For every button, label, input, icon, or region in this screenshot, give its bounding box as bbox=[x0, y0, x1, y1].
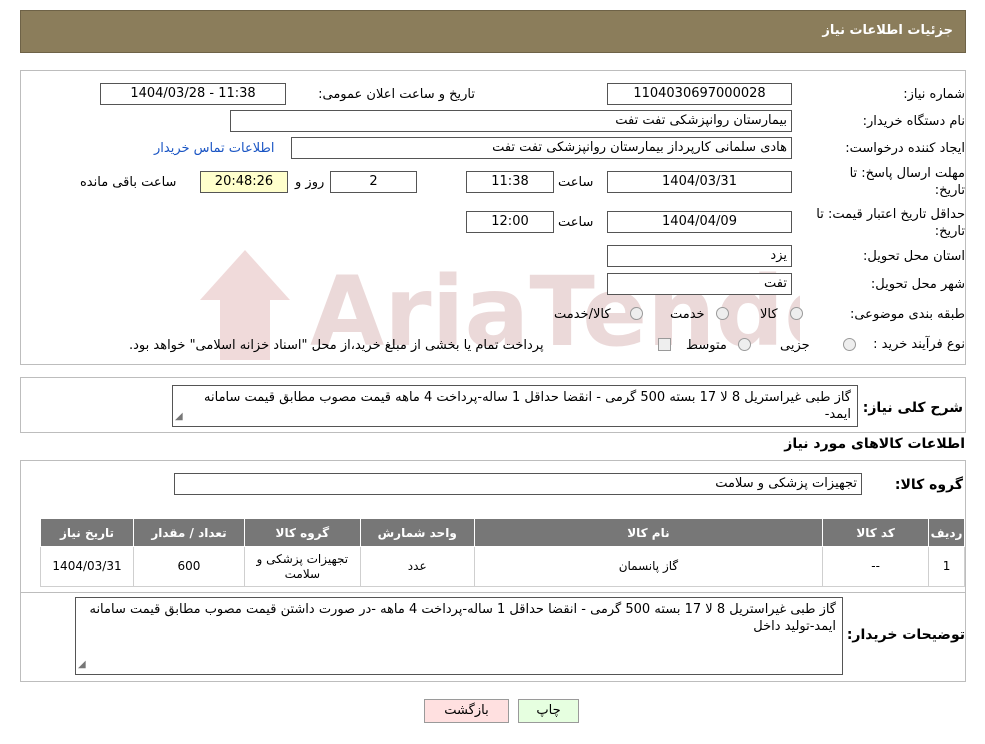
process-radio-minor[interactable] bbox=[843, 338, 856, 351]
deadline-date-field: 1404/03/31 bbox=[607, 171, 792, 193]
cell-group: تجهیزات پزشکی و سلامت bbox=[243, 546, 361, 587]
category-option-goods: کالا bbox=[760, 307, 778, 322]
print-button[interactable]: چاپ bbox=[518, 699, 579, 723]
province-label: استان محل تحویل: bbox=[863, 249, 965, 264]
buyer-notes-textarea[interactable]: گاز طبی غیراستریل 8 لا 17 بسته 500 گرمی … bbox=[75, 597, 843, 675]
summary-label: شرح کلی نیاز: bbox=[862, 400, 963, 416]
announce-label: تاریخ و ساعت اعلان عمومی: bbox=[318, 87, 475, 102]
remaining-label: ساعت باقی مانده bbox=[80, 175, 177, 190]
validity-label-date: تاریخ: bbox=[934, 224, 965, 239]
validity-time-field: 12:00 bbox=[466, 211, 554, 233]
buyer-notes-text: گاز طبی غیراستریل 8 لا 17 بسته 500 گرمی … bbox=[89, 602, 836, 634]
summary-textarea[interactable]: گاز طبی غیراستریل 8 لا 17 بسته 500 گرمی … bbox=[172, 385, 858, 427]
resize-grip-icon[interactable]: ◢ bbox=[78, 656, 86, 673]
city-label: شهر محل تحویل: bbox=[870, 277, 965, 292]
col-name: نام کالا bbox=[473, 518, 824, 547]
goods-section-title: اطلاعات کالاهای مورد نیاز bbox=[784, 436, 965, 452]
goods-table-header: ردیف کد کالا نام کالا واحد شمارش گروه کا… bbox=[39, 518, 965, 547]
buyer-notes-label: توضیحات خریدار: bbox=[846, 627, 965, 643]
announce-field: 1404/03/28 - 11:38 bbox=[100, 83, 286, 105]
days-field: 2 bbox=[330, 171, 417, 193]
goods-group-label: گروه کالا: bbox=[894, 477, 963, 493]
cell-qty: 600 bbox=[133, 546, 245, 587]
buyer-contact-link[interactable]: اطلاعات تماس خریدار bbox=[154, 141, 274, 156]
cell-unit: عدد bbox=[359, 546, 475, 587]
col-code: کد کالا bbox=[822, 518, 930, 547]
col-qty: تعداد / مقدار bbox=[133, 518, 245, 547]
category-option-service: خدمت bbox=[670, 307, 705, 322]
process-radio-medium[interactable] bbox=[738, 338, 751, 351]
table-row: 1 -- گاز پانسمان عدد تجهیزات پزشکی و سلا… bbox=[39, 546, 965, 587]
col-row: ردیف bbox=[928, 518, 965, 547]
resize-grip-icon[interactable]: ◢ bbox=[175, 408, 183, 425]
creator-label: ایجاد کننده درخواست: bbox=[845, 141, 965, 156]
category-radio-goods[interactable] bbox=[790, 307, 803, 320]
validity-date-field: 1404/04/09 bbox=[607, 211, 792, 233]
col-date: تاریخ نیاز bbox=[39, 518, 135, 547]
deadline-time-field: 11:38 bbox=[466, 171, 554, 193]
treasury-checkbox[interactable] bbox=[658, 338, 671, 351]
category-radio-goods-service[interactable] bbox=[630, 307, 643, 320]
need-number-field: 1104030697000028 bbox=[607, 83, 792, 105]
deadline-hour-label: ساعت bbox=[558, 175, 594, 190]
validity-label: حداقل تاریخ اعتبار قیمت: تا bbox=[816, 207, 965, 222]
category-label: طبقه بندی موضوعی: bbox=[849, 307, 965, 322]
col-unit: واحد شمارش bbox=[359, 518, 475, 547]
city-field: تفت bbox=[607, 273, 792, 295]
summary-text: گاز طبی غیراستریل 8 لا 17 بسته 500 گرمی … bbox=[204, 390, 851, 422]
cell-name: گاز پانسمان bbox=[473, 546, 824, 587]
process-option-medium: متوسط bbox=[686, 338, 727, 353]
remaining-time-field: 20:48:26 bbox=[200, 171, 288, 193]
need-number-label: شماره نیاز: bbox=[903, 87, 965, 102]
goods-group-field: تجهیزات پزشکی و سلامت bbox=[174, 473, 862, 495]
cell-row: 1 bbox=[928, 546, 965, 587]
category-radio-service[interactable] bbox=[716, 307, 729, 320]
deadline-label-date: تاریخ: bbox=[934, 183, 965, 198]
col-group: گروه کالا bbox=[243, 518, 361, 547]
deadline-label: مهلت ارسال پاسخ: تا bbox=[849, 166, 965, 181]
buyer-org-field: بیمارستان روانپزشکی تفت تفت bbox=[230, 110, 792, 132]
cell-code: -- bbox=[822, 546, 930, 587]
validity-hour-label: ساعت bbox=[558, 215, 594, 230]
buyer-org-label: نام دستگاه خریدار: bbox=[862, 114, 965, 129]
creator-field: هادی سلمانی کارپرداز بیمارستان روانپزشکی… bbox=[291, 137, 792, 159]
process-option-minor: جزیی bbox=[780, 338, 810, 353]
page-title: جزئیات اطلاعات نیاز bbox=[822, 23, 953, 38]
days-label: روز و bbox=[295, 175, 325, 190]
category-option-goods-service: کالا/خدمت bbox=[554, 307, 611, 322]
process-label: نوع فرآیند خرید : bbox=[873, 337, 965, 352]
goods-table: ردیف کد کالا نام کالا واحد شمارش گروه کا… bbox=[39, 518, 965, 587]
process-note: پرداخت تمام یا بخشی از مبلغ خرید،از محل … bbox=[129, 338, 544, 353]
cell-date: 1404/03/31 bbox=[39, 546, 135, 587]
back-button[interactable]: بازگشت bbox=[424, 699, 509, 723]
province-field: یزد bbox=[607, 245, 792, 267]
page-header: جزئیات اطلاعات نیاز bbox=[20, 10, 966, 53]
